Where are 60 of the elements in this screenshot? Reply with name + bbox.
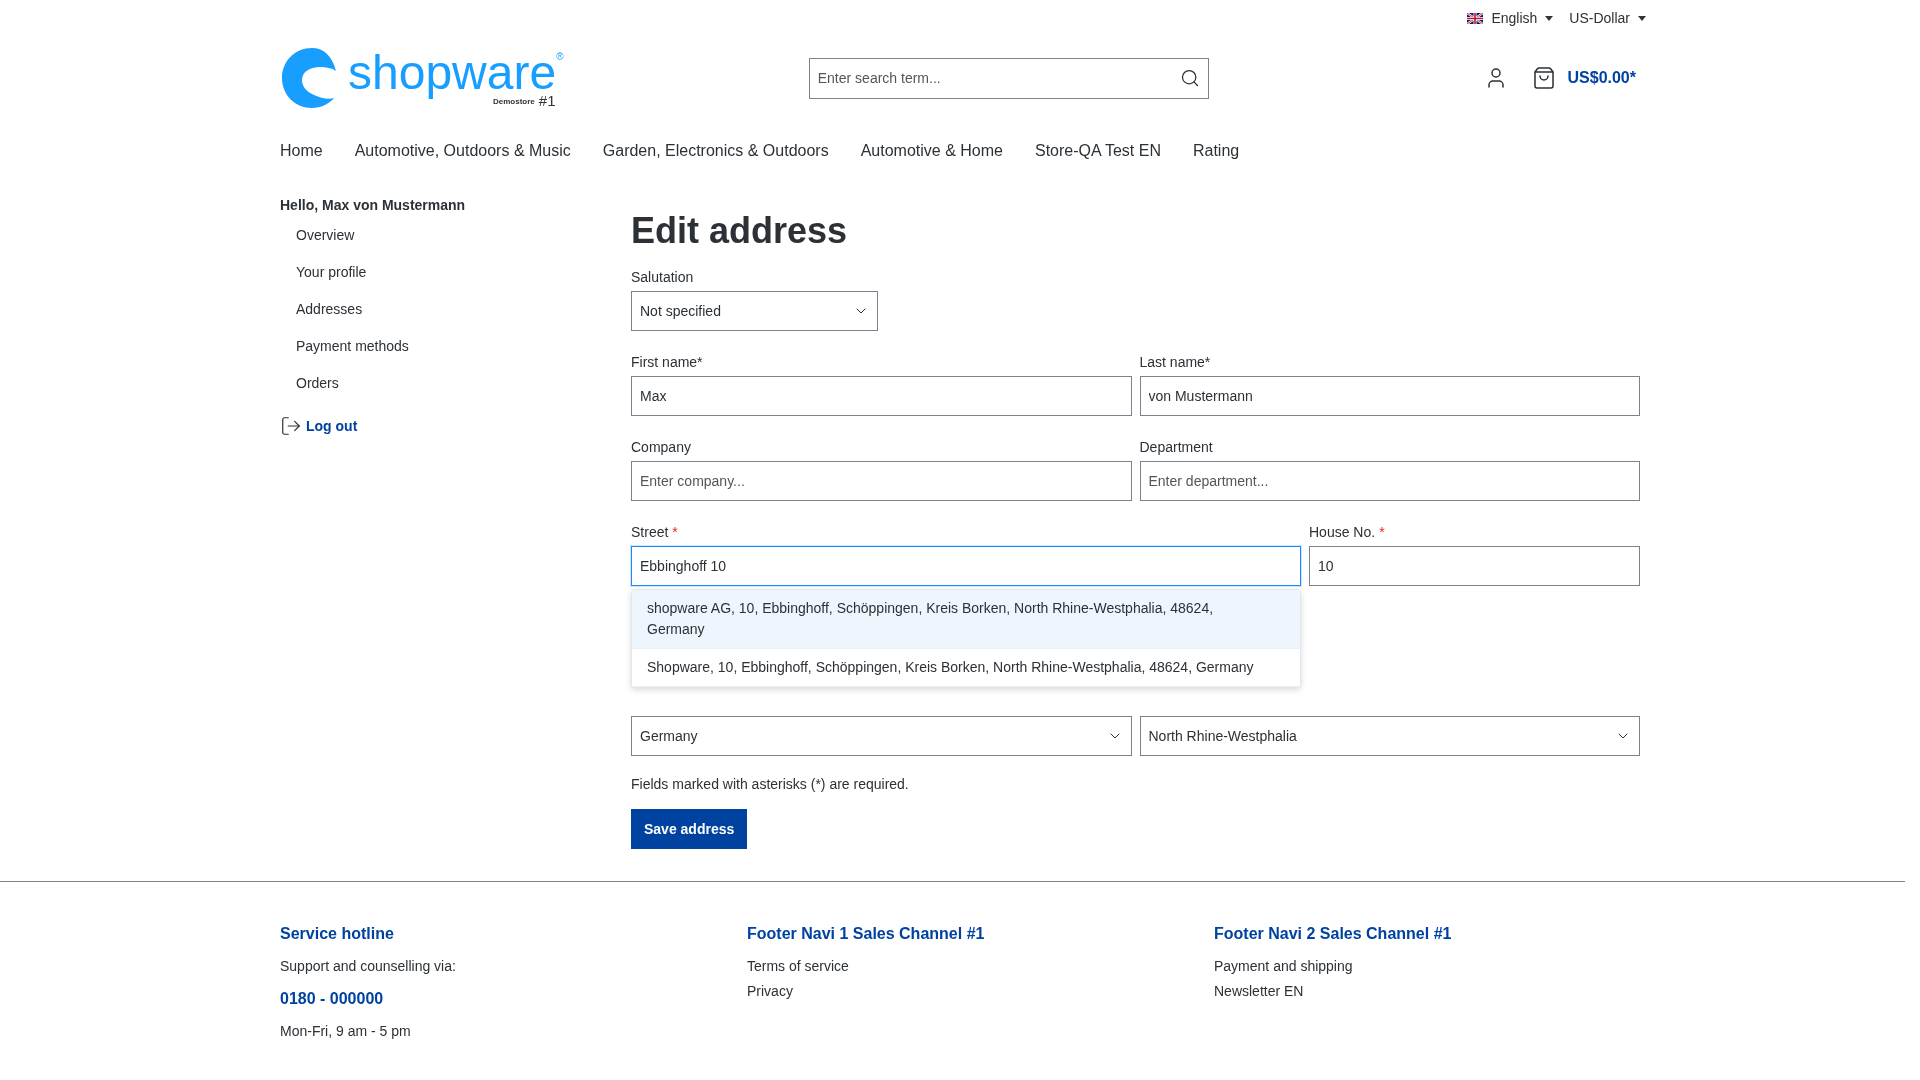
search-icon[interactable] [1179, 67, 1200, 88]
select-field[interactable]: North Rhine-Westphalia [1139, 716, 1640, 756]
input-field[interactable]: von Mustermann [1139, 376, 1640, 416]
field-label: House No. [1309, 523, 1376, 542]
sidebar-link[interactable]: Your profile [296, 257, 367, 294]
field-label: Company [631, 438, 691, 457]
phone-link[interactable]: 0180 - 000000 [280, 987, 384, 1011]
field-label: Last name* [1139, 353, 1211, 372]
currency-selector[interactable]: US-Dollar [1569, 8, 1646, 29]
field-label: Street [631, 523, 669, 542]
required-mark: * [1379, 523, 1385, 542]
sidebar-link[interactable]: Payment methods [296, 331, 409, 368]
select-field[interactable]: Not specified [631, 291, 878, 331]
search-field[interactable]: Enter search term... [808, 57, 1209, 99]
field-label: Department [1139, 438, 1213, 457]
shopping-bag-icon [1531, 66, 1556, 90]
sidebar-link[interactable]: Addresses [296, 294, 363, 331]
nav-link[interactable]: Garden, Electronics & Outdoors [602, 139, 829, 169]
input-field[interactable]: Max [631, 376, 1132, 416]
logout-link[interactable]: Log out [280, 415, 358, 437]
footer-link[interactable]: Payment and shipping [1214, 954, 1353, 979]
logo-tagline: Demostore [493, 96, 535, 108]
footer-text: Mon-Fri, 9 am - 5 pm [280, 1022, 411, 1041]
footer-heading: Footer Navi 2 Sales Channel #1 [1214, 924, 1452, 944]
field-label: First name* [631, 353, 703, 372]
caret-icon [1638, 16, 1646, 21]
logo-wordmark: shopware [348, 48, 557, 97]
nav-link[interactable]: Rating [1192, 139, 1240, 169]
footer-heading: Service hotline [280, 924, 394, 944]
select-field[interactable]: Germany [631, 716, 1132, 756]
input-field[interactable]: Ebbinghoff 10 [631, 546, 1301, 586]
sidebar-link[interactable]: Overview [296, 220, 355, 257]
sidebar-link[interactable]: Orders [296, 368, 339, 405]
greeting: Hello, Max von Mustermann [280, 196, 467, 215]
nav-link[interactable]: Store-QA Test EN [1034, 139, 1161, 169]
suggestion-item[interactable]: shopware AG, 10, Ebbinghoff, Schöppingen, Kreis Borken, North Rhine-Westphalia, 48624, Germany [632, 590, 1300, 649]
required-mark: * [672, 523, 678, 542]
required-note: Fields marked with asterisks (*) are required. [631, 775, 910, 794]
nav-link[interactable]: Home [280, 139, 323, 169]
input-field[interactable]: 10 [1309, 546, 1640, 586]
input-field[interactable]: Enter company... [631, 461, 1132, 501]
language-selector[interactable]: English [1467, 8, 1554, 29]
field-label: Salutation [631, 268, 694, 287]
footer-heading: Footer Navi 1 Sales Channel #1 [747, 924, 985, 944]
flag-icon [1467, 13, 1484, 24]
cart-button[interactable]: US$0.00* [1531, 66, 1636, 90]
nav-link[interactable]: Automotive, Outdoors & Music [354, 139, 571, 169]
shopware-logo[interactable]: shopware® Demostore #1 [280, 43, 570, 113]
suggestion-item[interactable]: Shopware, 10, Ebbinghoff, Schöppingen, Kreis Borken, North Rhine-Westphalia, 48624, Germany [632, 649, 1300, 687]
footer-text: Support and counselling via: [280, 957, 456, 976]
input-field[interactable]: Enter department... [1139, 461, 1640, 501]
caret-icon [1545, 16, 1554, 21]
registered-mark: ® [556, 49, 564, 62]
nav-link[interactable]: Automotive & Home [860, 139, 1003, 169]
footer-link[interactable]: Terms of service [747, 954, 849, 979]
page-title: Edit address [631, 209, 849, 253]
footer-link[interactable]: Privacy [747, 979, 793, 1004]
save-button[interactable]: Save address [631, 809, 748, 849]
footer-link[interactable]: Newsletter EN [1214, 979, 1304, 1004]
logout-icon [280, 415, 302, 437]
